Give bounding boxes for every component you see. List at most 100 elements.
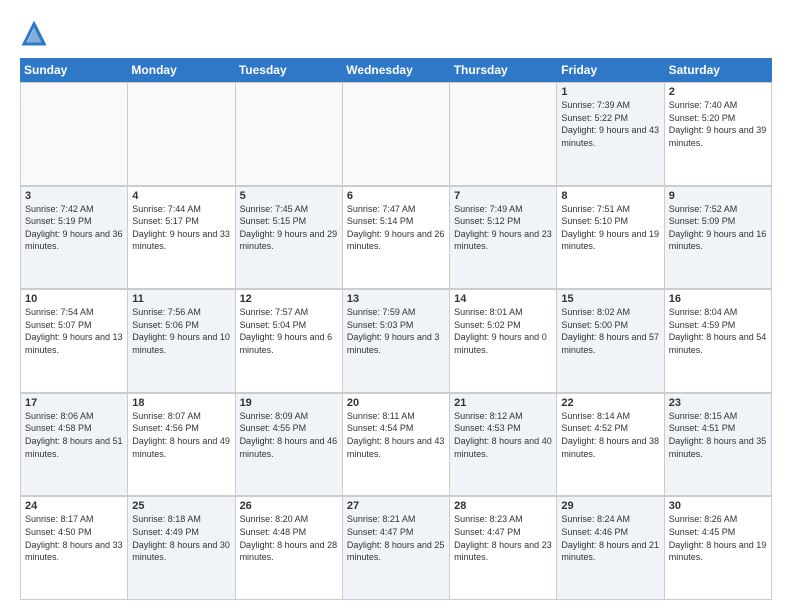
day-number: 20 [347, 397, 445, 409]
calendar-cell [128, 82, 235, 185]
calendar-cell: 13Sunrise: 7:59 AM Sunset: 5:03 PM Dayli… [343, 289, 450, 392]
calendar-cell: 17Sunrise: 8:06 AM Sunset: 4:58 PM Dayli… [21, 393, 128, 496]
day-number: 19 [240, 397, 338, 409]
calendar-cell: 14Sunrise: 8:01 AM Sunset: 5:02 PM Dayli… [450, 289, 557, 392]
calendar-body: 1Sunrise: 7:39 AM Sunset: 5:22 PM Daylig… [20, 82, 772, 600]
day-number: 9 [669, 190, 767, 202]
calendar-cell: 7Sunrise: 7:49 AM Sunset: 5:12 PM Daylig… [450, 186, 557, 289]
day-info: Sunrise: 8:07 AM Sunset: 4:56 PM Dayligh… [132, 410, 230, 460]
calendar-cell: 2Sunrise: 7:40 AM Sunset: 5:20 PM Daylig… [665, 82, 772, 185]
day-number: 6 [347, 190, 445, 202]
day-number: 27 [347, 500, 445, 512]
calendar-cell: 30Sunrise: 8:26 AM Sunset: 4:45 PM Dayli… [665, 496, 772, 599]
day-info: Sunrise: 7:52 AM Sunset: 5:09 PM Dayligh… [669, 203, 767, 253]
header [20, 16, 772, 48]
calendar-cell: 5Sunrise: 7:45 AM Sunset: 5:15 PM Daylig… [236, 186, 343, 289]
day-info: Sunrise: 8:21 AM Sunset: 4:47 PM Dayligh… [347, 513, 445, 563]
day-number: 4 [132, 190, 230, 202]
day-number: 2 [669, 86, 767, 98]
day-number: 18 [132, 397, 230, 409]
day-info: Sunrise: 8:11 AM Sunset: 4:54 PM Dayligh… [347, 410, 445, 460]
day-info: Sunrise: 8:18 AM Sunset: 4:49 PM Dayligh… [132, 513, 230, 563]
day-info: Sunrise: 8:09 AM Sunset: 4:55 PM Dayligh… [240, 410, 338, 460]
calendar-row: 3Sunrise: 7:42 AM Sunset: 5:19 PM Daylig… [20, 186, 772, 290]
day-info: Sunrise: 8:17 AM Sunset: 4:50 PM Dayligh… [25, 513, 123, 563]
calendar-cell: 8Sunrise: 7:51 AM Sunset: 5:10 PM Daylig… [557, 186, 664, 289]
calendar: SundayMondayTuesdayWednesdayThursdayFrid… [20, 58, 772, 600]
day-number: 21 [454, 397, 552, 409]
weekday-header: Saturday [665, 58, 772, 82]
calendar-row: 1Sunrise: 7:39 AM Sunset: 5:22 PM Daylig… [20, 82, 772, 186]
calendar-cell: 21Sunrise: 8:12 AM Sunset: 4:53 PM Dayli… [450, 393, 557, 496]
calendar-cell: 4Sunrise: 7:44 AM Sunset: 5:17 PM Daylig… [128, 186, 235, 289]
day-info: Sunrise: 7:44 AM Sunset: 5:17 PM Dayligh… [132, 203, 230, 253]
calendar-cell: 28Sunrise: 8:23 AM Sunset: 4:47 PM Dayli… [450, 496, 557, 599]
day-number: 26 [240, 500, 338, 512]
day-number: 3 [25, 190, 123, 202]
calendar-row: 24Sunrise: 8:17 AM Sunset: 4:50 PM Dayli… [20, 496, 772, 600]
day-number: 1 [561, 86, 659, 98]
day-info: Sunrise: 8:26 AM Sunset: 4:45 PM Dayligh… [669, 513, 767, 563]
day-number: 12 [240, 293, 338, 305]
day-number: 24 [25, 500, 123, 512]
calendar-cell: 26Sunrise: 8:20 AM Sunset: 4:48 PM Dayli… [236, 496, 343, 599]
day-number: 10 [25, 293, 123, 305]
weekday-header: Monday [127, 58, 234, 82]
day-info: Sunrise: 7:51 AM Sunset: 5:10 PM Dayligh… [561, 203, 659, 253]
logo [20, 20, 52, 48]
calendar-cell: 6Sunrise: 7:47 AM Sunset: 5:14 PM Daylig… [343, 186, 450, 289]
day-number: 14 [454, 293, 552, 305]
calendar-cell: 16Sunrise: 8:04 AM Sunset: 4:59 PM Dayli… [665, 289, 772, 392]
day-number: 16 [669, 293, 767, 305]
day-number: 11 [132, 293, 230, 305]
day-info: Sunrise: 7:47 AM Sunset: 5:14 PM Dayligh… [347, 203, 445, 253]
calendar-cell: 20Sunrise: 8:11 AM Sunset: 4:54 PM Dayli… [343, 393, 450, 496]
calendar-cell [450, 82, 557, 185]
calendar-cell: 29Sunrise: 8:24 AM Sunset: 4:46 PM Dayli… [557, 496, 664, 599]
day-number: 22 [561, 397, 659, 409]
day-info: Sunrise: 8:24 AM Sunset: 4:46 PM Dayligh… [561, 513, 659, 563]
day-number: 30 [669, 500, 767, 512]
weekday-header: Tuesday [235, 58, 342, 82]
calendar-cell: 10Sunrise: 7:54 AM Sunset: 5:07 PM Dayli… [21, 289, 128, 392]
calendar-header: SundayMondayTuesdayWednesdayThursdayFrid… [20, 58, 772, 82]
day-info: Sunrise: 8:15 AM Sunset: 4:51 PM Dayligh… [669, 410, 767, 460]
calendar-cell: 3Sunrise: 7:42 AM Sunset: 5:19 PM Daylig… [21, 186, 128, 289]
calendar-cell: 9Sunrise: 7:52 AM Sunset: 5:09 PM Daylig… [665, 186, 772, 289]
day-info: Sunrise: 8:20 AM Sunset: 4:48 PM Dayligh… [240, 513, 338, 563]
calendar-cell: 11Sunrise: 7:56 AM Sunset: 5:06 PM Dayli… [128, 289, 235, 392]
weekday-header: Wednesday [342, 58, 449, 82]
day-info: Sunrise: 7:45 AM Sunset: 5:15 PM Dayligh… [240, 203, 338, 253]
day-info: Sunrise: 8:23 AM Sunset: 4:47 PM Dayligh… [454, 513, 552, 563]
calendar-cell [236, 82, 343, 185]
calendar-cell: 27Sunrise: 8:21 AM Sunset: 4:47 PM Dayli… [343, 496, 450, 599]
calendar-cell: 22Sunrise: 8:14 AM Sunset: 4:52 PM Dayli… [557, 393, 664, 496]
day-info: Sunrise: 7:57 AM Sunset: 5:04 PM Dayligh… [240, 306, 338, 356]
day-number: 25 [132, 500, 230, 512]
day-number: 28 [454, 500, 552, 512]
day-info: Sunrise: 8:12 AM Sunset: 4:53 PM Dayligh… [454, 410, 552, 460]
calendar-row: 17Sunrise: 8:06 AM Sunset: 4:58 PM Dayli… [20, 393, 772, 497]
day-number: 29 [561, 500, 659, 512]
day-number: 13 [347, 293, 445, 305]
logo-icon [20, 20, 48, 48]
weekday-header: Thursday [450, 58, 557, 82]
day-info: Sunrise: 7:49 AM Sunset: 5:12 PM Dayligh… [454, 203, 552, 253]
day-number: 23 [669, 397, 767, 409]
calendar-cell: 1Sunrise: 7:39 AM Sunset: 5:22 PM Daylig… [557, 82, 664, 185]
day-info: Sunrise: 7:56 AM Sunset: 5:06 PM Dayligh… [132, 306, 230, 356]
day-number: 17 [25, 397, 123, 409]
calendar-cell: 24Sunrise: 8:17 AM Sunset: 4:50 PM Dayli… [21, 496, 128, 599]
calendar-cell: 23Sunrise: 8:15 AM Sunset: 4:51 PM Dayli… [665, 393, 772, 496]
weekday-header: Friday [557, 58, 664, 82]
weekday-header: Sunday [20, 58, 127, 82]
day-info: Sunrise: 7:39 AM Sunset: 5:22 PM Dayligh… [561, 99, 659, 149]
day-number: 8 [561, 190, 659, 202]
day-info: Sunrise: 7:42 AM Sunset: 5:19 PM Dayligh… [25, 203, 123, 253]
day-info: Sunrise: 7:54 AM Sunset: 5:07 PM Dayligh… [25, 306, 123, 356]
page: SundayMondayTuesdayWednesdayThursdayFrid… [0, 0, 792, 612]
day-number: 7 [454, 190, 552, 202]
calendar-cell: 19Sunrise: 8:09 AM Sunset: 4:55 PM Dayli… [236, 393, 343, 496]
day-info: Sunrise: 8:01 AM Sunset: 5:02 PM Dayligh… [454, 306, 552, 356]
calendar-cell: 12Sunrise: 7:57 AM Sunset: 5:04 PM Dayli… [236, 289, 343, 392]
